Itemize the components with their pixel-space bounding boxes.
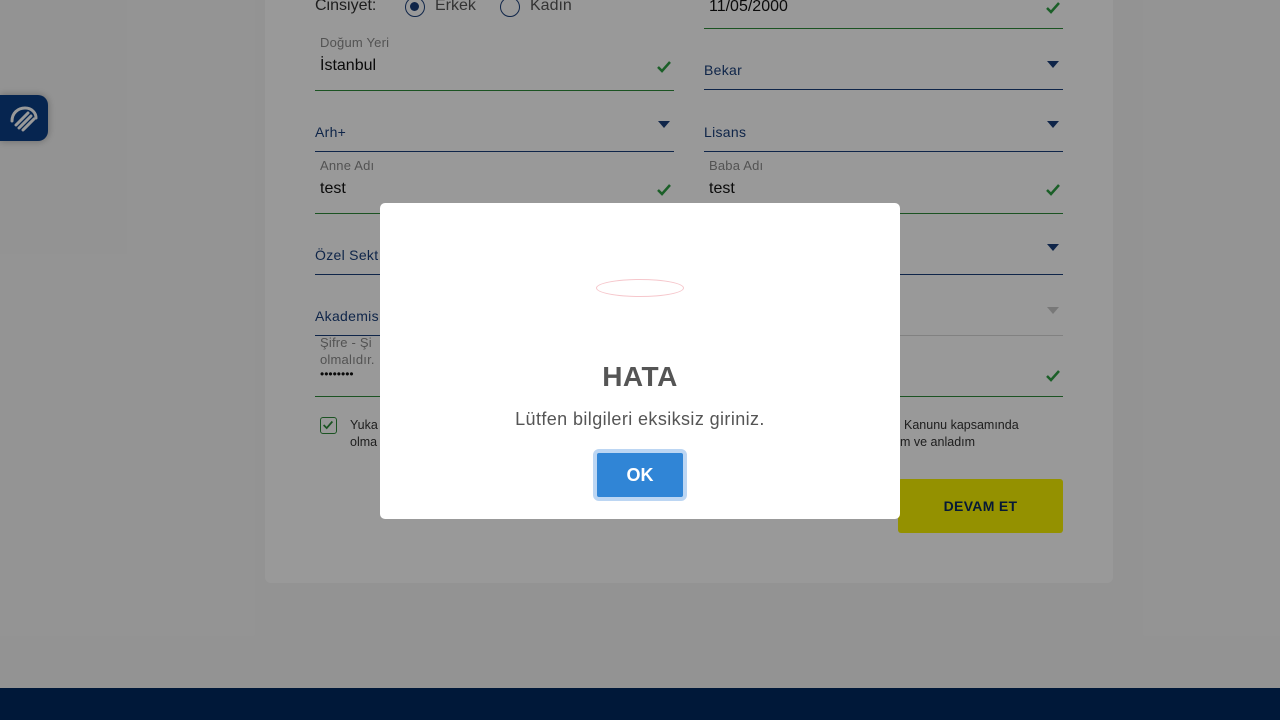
ok-button[interactable]: OK bbox=[593, 449, 687, 501]
dialog-message: Lütfen bilgileri eksiksiz giriniz. bbox=[515, 409, 765, 429]
error-icon bbox=[596, 279, 684, 297]
error-dialog: HATA Lütfen bilgileri eksiksiz giriniz. … bbox=[380, 203, 900, 519]
dialog-title: HATA bbox=[602, 361, 678, 392]
